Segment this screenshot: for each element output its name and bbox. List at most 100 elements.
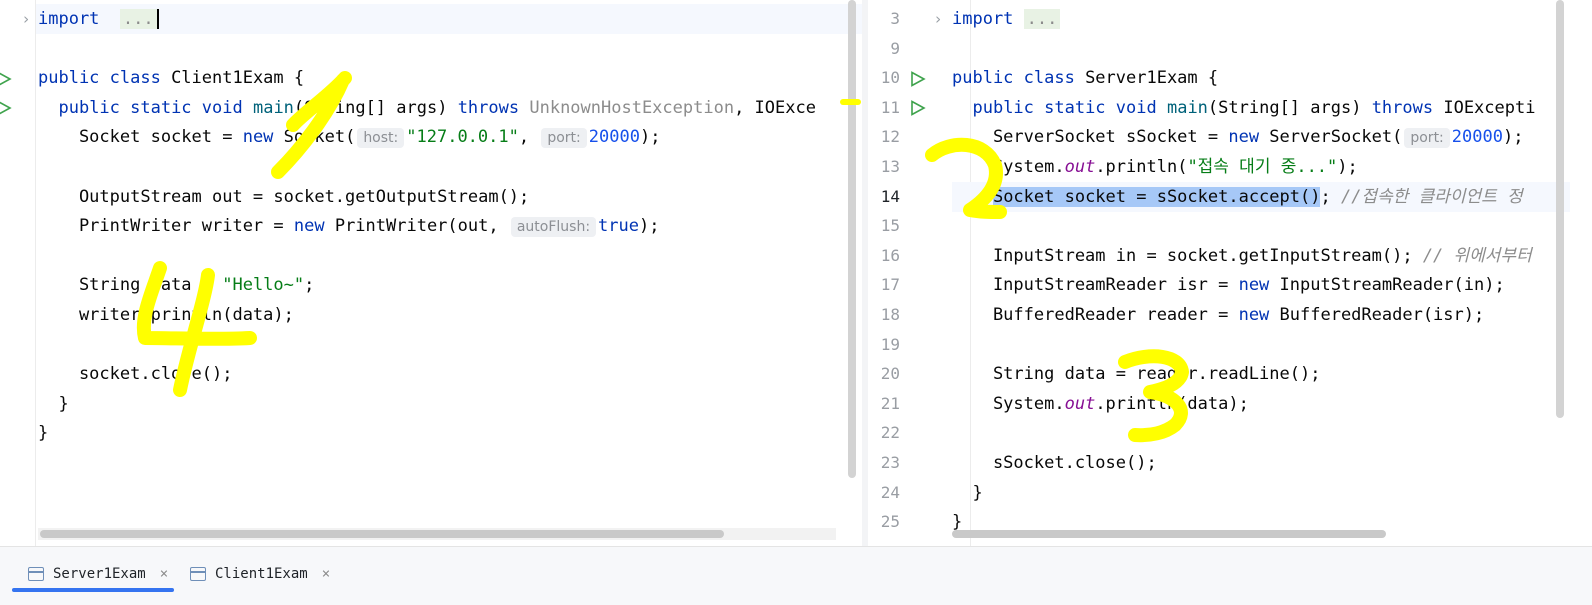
code-line[interactable]: public static void main(String[] args) t… xyxy=(36,93,862,123)
line-number: 22 xyxy=(880,423,900,443)
right-gutter: › 3 9 10 11 12 13 14 15 16 17 18 19 20 21 22 23 24 25 xyxy=(868,0,971,546)
code-line[interactable] xyxy=(36,152,862,182)
code-text: PrintWriter writer = xyxy=(38,216,294,237)
code-line[interactable]: System.out.println(data); xyxy=(952,389,1570,419)
code-text: ; xyxy=(1320,186,1341,207)
code-line[interactable]: public class Client1Exam { xyxy=(36,63,862,93)
close-icon[interactable]: × xyxy=(322,566,330,582)
number-literal: 20000 xyxy=(588,127,640,148)
run-icon[interactable] xyxy=(0,71,12,87)
code-text: , xyxy=(518,127,540,148)
fold-chevron-icon[interactable]: › xyxy=(932,4,944,34)
vertical-scrollbar-thumb[interactable] xyxy=(1556,0,1564,418)
keyword: public static void xyxy=(58,97,243,118)
code-line[interactable]: import ... xyxy=(952,4,1570,34)
code-line[interactable] xyxy=(952,34,1570,64)
keyword: new xyxy=(242,127,274,148)
code-text: (String[] args) xyxy=(1207,97,1372,118)
line-number: 10 xyxy=(880,68,900,88)
code-line[interactable] xyxy=(36,241,862,271)
code-line[interactable]: import ... xyxy=(36,4,862,34)
code-text: Socket( xyxy=(273,127,356,148)
parameter-hint: host: xyxy=(357,128,405,149)
text-caret xyxy=(156,9,159,29)
code-text: ServerSocket( xyxy=(1259,127,1403,148)
fold-chevron-icon[interactable]: › xyxy=(20,4,32,34)
code-text: IOExcepti xyxy=(1433,97,1536,118)
active-tab-indicator xyxy=(12,588,174,592)
code-line[interactable]: Socket socket = new Socket(host: "127.0.0… xyxy=(36,122,862,152)
parameter-hint: port: xyxy=(1404,128,1450,149)
code-text: InputStreamReader(in); xyxy=(1269,275,1505,296)
line-number: 24 xyxy=(880,482,900,502)
code-line[interactable] xyxy=(952,211,1570,241)
line-number: 20 xyxy=(880,364,900,384)
code-line[interactable] xyxy=(952,330,1570,360)
code-text: InputStreamReader isr = xyxy=(952,275,1239,296)
code-line[interactable]: String data = reader.readLine(); xyxy=(952,359,1570,389)
line-number: 16 xyxy=(880,245,900,265)
string-literal: "Hello~" xyxy=(222,275,305,296)
scrollbar-thumb[interactable] xyxy=(952,530,1386,538)
client-code-editor[interactable]: import ... public class Client1Exam { pub… xyxy=(36,0,862,546)
code-line[interactable]: PrintWriter writer = new PrintWriter(out… xyxy=(36,211,862,241)
run-icon[interactable] xyxy=(910,71,926,87)
code-line[interactable] xyxy=(952,418,1570,448)
run-icon[interactable] xyxy=(910,100,926,116)
code-line[interactable]: InputStreamReader isr = new InputStreamR… xyxy=(952,270,1570,300)
folded-imports[interactable]: ... xyxy=(119,9,157,29)
line-number: 21 xyxy=(880,393,900,413)
run-icon[interactable] xyxy=(0,100,12,116)
tab-client1exam[interactable]: Client1Exam × xyxy=(190,546,330,602)
code-comment: //접속한 클라이언트 정 xyxy=(1340,186,1523,207)
code-line[interactable]: socket.close(); xyxy=(36,359,862,389)
code-text: socket.close(); xyxy=(38,364,233,385)
horizontal-scrollbar[interactable] xyxy=(38,528,836,540)
method-name: main xyxy=(1166,97,1208,118)
code-text: .println(data); xyxy=(1095,393,1249,414)
server-code-editor[interactable]: import ... public class Server1Exam { pub… xyxy=(952,0,1570,546)
code-line[interactable]: writer.println(data); xyxy=(36,300,862,330)
keyword: public static void xyxy=(972,97,1157,118)
folded-imports[interactable]: ... xyxy=(1023,9,1061,29)
code-line[interactable]: Socket socket = sSocket.accept(); //접속한 … xyxy=(952,181,1570,212)
line-number: 17 xyxy=(880,275,900,295)
code-line[interactable] xyxy=(36,330,862,360)
unused-exception: UnknownHostException xyxy=(529,97,735,118)
close-icon[interactable]: × xyxy=(160,566,168,582)
code-text: System. xyxy=(952,157,1065,177)
code-line[interactable]: ServerSocket sSocket = new ServerSocket(… xyxy=(952,122,1570,152)
horizontal-scrollbar[interactable] xyxy=(952,528,1392,540)
code-line[interactable]: OutputStream out = socket.getOutputStrea… xyxy=(36,182,862,212)
code-line[interactable]: } xyxy=(952,478,1570,508)
code-text: String data = xyxy=(38,275,223,296)
keyword: import xyxy=(952,9,1014,29)
code-line[interactable]: String data = "Hello~"; xyxy=(36,270,862,300)
client-editor-pane[interactable]: › import ... public class Client1Exam { p… xyxy=(0,0,862,546)
keyword: throws xyxy=(457,97,520,118)
keyword: import xyxy=(38,9,100,29)
static-field: out xyxy=(1064,393,1096,414)
code-line[interactable]: public static void main(String[] args) t… xyxy=(952,93,1570,123)
code-line[interactable]: System.out.println("접속 대기 중..."); xyxy=(952,152,1570,182)
server-editor-pane[interactable]: › 3 9 10 11 12 13 14 15 16 17 18 19 20 21 22 23 24 25 imp… xyxy=(868,0,1570,546)
code-line[interactable] xyxy=(36,34,862,64)
vertical-scrollbar-thumb[interactable] xyxy=(848,0,856,478)
code-text: , IOExce xyxy=(734,97,816,118)
code-line[interactable]: public class Server1Exam { xyxy=(952,63,1570,93)
line-number: 11 xyxy=(880,97,900,117)
line-number: 25 xyxy=(880,512,900,532)
code-line[interactable]: InputStream in = socket.getInputStream()… xyxy=(952,241,1570,271)
scrollbar-thumb[interactable] xyxy=(40,530,724,538)
code-line[interactable]: sSocket.close(); xyxy=(952,448,1570,478)
code-line[interactable]: } xyxy=(36,418,862,448)
tab-server1exam[interactable]: Server1Exam × xyxy=(28,546,168,602)
line-number: 19 xyxy=(880,334,900,354)
code-line[interactable]: BufferedReader reader = new BufferedRead… xyxy=(952,300,1570,330)
code-line[interactable]: } xyxy=(36,389,862,419)
keyword: new xyxy=(293,216,325,237)
